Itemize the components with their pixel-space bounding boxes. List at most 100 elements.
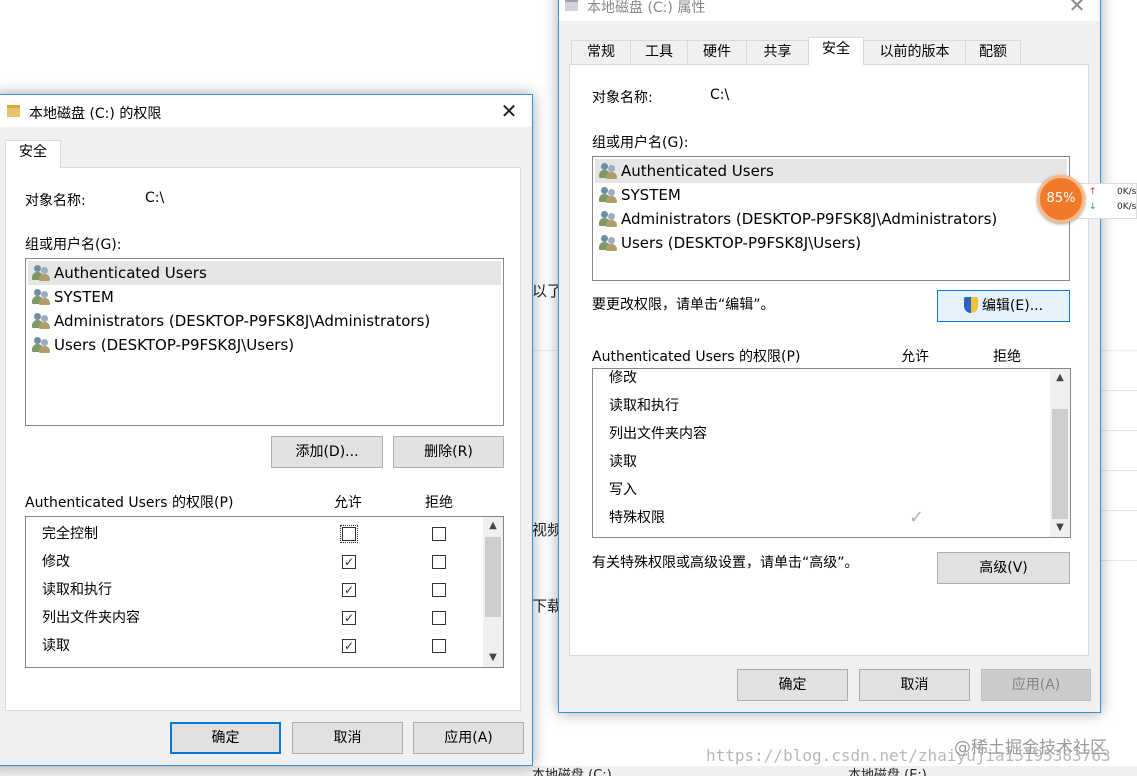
- list-item[interactable]: Authenticated Users: [595, 159, 1067, 183]
- background-divider: [1100, 390, 1137, 391]
- scroll-up-icon[interactable]: ▲: [1050, 369, 1070, 387]
- object-name-value: C:\: [710, 87, 730, 103]
- list-item[interactable]: Users (DESKTOP-P9FSK8J\Users): [595, 231, 1067, 255]
- upload-arrow-icon: ↑: [1089, 187, 1097, 197]
- watermark-site: @稀土掘金技术社区: [954, 738, 1107, 758]
- perm-ok-button[interactable]: 确定: [170, 722, 281, 754]
- allow-checkbox[interactable]: ✓: [342, 611, 356, 625]
- scroll-thumb[interactable]: [1052, 409, 1068, 519]
- user-name: Authenticated Users: [54, 264, 207, 282]
- allow-checkbox[interactable]: [340, 525, 358, 543]
- deny-checkbox[interactable]: [432, 527, 446, 541]
- background-drive-label: 本地磁盘 (E:): [848, 768, 927, 776]
- tab-hardware[interactable]: 硬件: [687, 40, 747, 64]
- user-name: Users (DESKTOP-P9FSK8J\Users): [54, 336, 295, 354]
- scroll-down-icon[interactable]: ▼: [1050, 519, 1070, 537]
- permission-name: 读取和执行: [609, 398, 679, 414]
- permissions-scrollbar[interactable]: ▲ ▼: [483, 517, 503, 667]
- props-apply-button[interactable]: 应用(A): [981, 669, 1091, 701]
- group-users-label: 组或用户名(G):: [25, 237, 122, 253]
- deny-checkbox[interactable]: [432, 611, 446, 625]
- tab-general[interactable]: 常规: [571, 40, 631, 64]
- remove-button[interactable]: 删除(R): [393, 436, 504, 468]
- group-users-label: 组或用户名(G):: [592, 135, 689, 151]
- permission-name: 修改: [609, 370, 637, 386]
- advanced-button[interactable]: 高级(V): [937, 552, 1070, 584]
- edit-button[interactable]: 编辑(E)...: [937, 290, 1070, 322]
- security-panel: 对象名称: C:\ 组或用户名(G): Authenticated Users …: [569, 64, 1089, 656]
- close-icon[interactable]: ✕: [496, 99, 522, 123]
- user-group-icon: [32, 289, 50, 305]
- add-button[interactable]: 添加(D)...: [271, 436, 383, 468]
- list-item[interactable]: Administrators (DESKTOP-P9FSK8J\Administ…: [595, 207, 1067, 231]
- permission-name: 读取: [42, 638, 70, 654]
- scroll-up-icon[interactable]: ▲: [483, 517, 503, 535]
- perm-apply-button[interactable]: 应用(A): [413, 722, 524, 754]
- permissions-list[interactable]: 修改 读取和执行 列出文件夹内容 读取 写入 特殊权限 ✓ ▲ ▼: [592, 368, 1071, 538]
- edit-button-label: 编辑(E)...: [981, 298, 1044, 314]
- allow-header: 允许: [334, 495, 362, 511]
- permissions-header: Authenticated Users 的权限(P): [592, 349, 801, 365]
- user-name: Users (DESKTOP-P9FSK8J\Users): [621, 234, 862, 252]
- permissions-header: Authenticated Users 的权限(P): [25, 495, 234, 511]
- properties-title-bar[interactable]: 本地磁盘 (C:) 属性 ✕: [559, 0, 1100, 21]
- user-name: SYSTEM: [54, 288, 114, 306]
- network-speed-widget[interactable]: 85% ↑ ↓ 0K/s 0K/s: [1037, 175, 1137, 227]
- permission-name: 列出文件夹内容: [609, 426, 707, 442]
- permissions-scrollbar[interactable]: ▲ ▼: [1050, 369, 1070, 537]
- deny-checkbox[interactable]: [432, 639, 446, 653]
- permission-row: 修改 ✓: [26, 548, 481, 576]
- props-cancel-button[interactable]: 取消: [859, 669, 970, 701]
- user-list[interactable]: Authenticated Users SYSTEM Administrator…: [592, 156, 1070, 281]
- list-item[interactable]: SYSTEM: [595, 183, 1067, 207]
- download-arrow-icon: ↓: [1089, 202, 1097, 212]
- permissions-dialog: 本地磁盘 (C:) 的权限 ✕ 安全 对象名称: C:\ 组或用户名(G): A…: [0, 94, 533, 766]
- download-speed: 0K/s: [1117, 202, 1137, 212]
- permission-row: 列出文件夹内容: [593, 420, 1048, 448]
- allow-checkbox[interactable]: ✓: [342, 583, 356, 597]
- allow-header: 允许: [901, 349, 929, 365]
- tab-quota[interactable]: 配额: [965, 40, 1021, 64]
- tab-security[interactable]: 安全: [5, 140, 61, 168]
- list-item[interactable]: Users (DESKTOP-P9FSK8J\Users): [28, 333, 501, 357]
- list-item[interactable]: SYSTEM: [28, 285, 501, 309]
- security-panel: 对象名称: C:\ 组或用户名(G): Authenticated Users …: [5, 167, 521, 711]
- scroll-thumb[interactable]: [485, 537, 501, 617]
- list-item[interactable]: Administrators (DESKTOP-P9FSK8J\Administ…: [28, 309, 501, 333]
- tab-sharing[interactable]: 共享: [746, 40, 809, 64]
- permission-name: 特殊权限: [609, 510, 665, 526]
- perm-cancel-button[interactable]: 取消: [292, 722, 403, 754]
- deny-header: 拒绝: [425, 495, 453, 511]
- permission-name: 修改: [42, 554, 70, 570]
- background-divider: [1100, 510, 1137, 511]
- deny-checkbox[interactable]: [432, 583, 446, 597]
- permission-row: 特殊权限 ✓: [593, 504, 1048, 532]
- permission-name: 写入: [609, 482, 637, 498]
- background-drive-label: 本地磁盘 (C:): [532, 768, 612, 776]
- user-list[interactable]: Authenticated Users SYSTEM Administrator…: [25, 258, 504, 426]
- object-name-label: 对象名称:: [25, 193, 86, 209]
- scroll-down-icon[interactable]: ▼: [483, 649, 503, 667]
- background-divider: [1100, 430, 1137, 431]
- tab-security[interactable]: 安全: [808, 37, 864, 65]
- user-name: Authenticated Users: [621, 162, 774, 180]
- close-icon[interactable]: ✕: [1064, 0, 1090, 17]
- permission-row: 写入: [593, 476, 1048, 504]
- props-ok-button[interactable]: 确定: [737, 669, 848, 701]
- allow-checkbox[interactable]: ✓: [342, 639, 356, 653]
- uac-shield-icon: [963, 297, 978, 313]
- tab-tools[interactable]: 工具: [630, 40, 688, 64]
- permission-name: 读取和执行: [42, 582, 112, 598]
- tab-previous-versions[interactable]: 以前的版本: [863, 40, 966, 64]
- advanced-hint: 有关特殊权限或高级设置，请单击“高级”。: [592, 555, 859, 571]
- list-item[interactable]: Authenticated Users: [28, 261, 501, 285]
- allow-checkbox[interactable]: ✓: [342, 555, 356, 569]
- user-group-icon: [32, 313, 50, 329]
- permissions-title-bar[interactable]: 本地磁盘 (C:) 的权限 ✕: [0, 95, 532, 127]
- object-name-label: 对象名称:: [592, 90, 653, 106]
- permissions-list[interactable]: 完全控制 修改 ✓ 读取和执行 ✓ 列出文件夹内容 ✓ 读取 ✓ ▲ ▼: [25, 516, 504, 668]
- deny-checkbox[interactable]: [432, 555, 446, 569]
- folder-icon: [7, 105, 20, 117]
- permissions-tabs: 安全: [5, 140, 65, 168]
- permission-name: 完全控制: [42, 526, 98, 542]
